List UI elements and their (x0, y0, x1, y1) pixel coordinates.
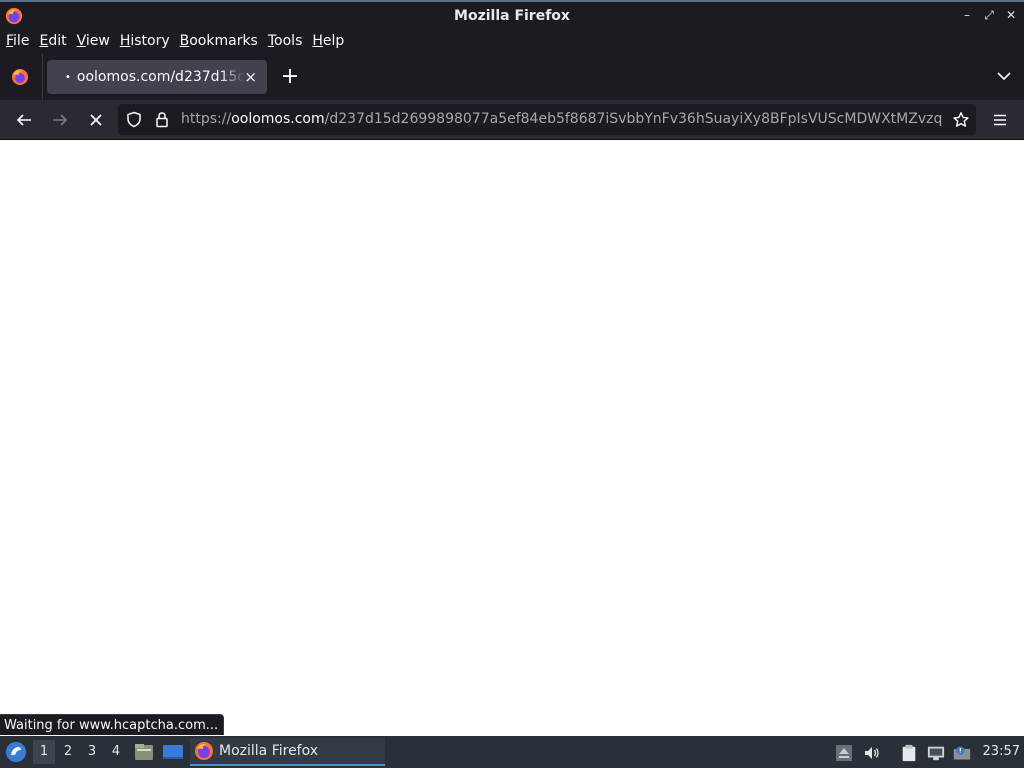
forward-button[interactable] (49, 109, 71, 131)
file-manager-icon[interactable] (133, 742, 155, 762)
forward-arrow-icon (53, 114, 68, 126)
volume-icon[interactable] (863, 744, 881, 762)
notification-icon[interactable] (953, 744, 971, 762)
tab-active[interactable]: • oolomos.com/d237d15d2 × (47, 60, 267, 94)
clipboard-icon[interactable] (900, 744, 918, 762)
desktop-icon[interactable] (162, 742, 184, 762)
shield-icon[interactable] (126, 111, 142, 128)
start-menu-icon[interactable] (4, 740, 28, 764)
window-titlebar: Mozilla Firefox – ⤢ ✕ (0, 0, 1024, 29)
new-tab-button[interactable]: + (280, 66, 300, 88)
url-host: oolomos.com (231, 111, 325, 127)
menu-file[interactable]: File (1, 29, 34, 54)
loading-dot: • (65, 71, 71, 83)
close-icon[interactable]: ✕ (1004, 8, 1018, 22)
url-path: /d237d15d2699898077a5ef84eb5f8687iSvbbYn… (324, 111, 943, 127)
clock: 23:57 (982, 744, 1020, 759)
eject-icon[interactable] (835, 744, 853, 762)
menu-edit[interactable]: Edit (34, 29, 71, 54)
stop-button[interactable] (85, 109, 107, 131)
workspace-2[interactable]: 2 (57, 740, 79, 764)
window-title: Mozilla Firefox (454, 7, 570, 24)
url-scheme: https:// (181, 111, 232, 127)
workspace-3[interactable]: 3 (81, 740, 103, 764)
chevron-down-icon[interactable] (996, 68, 1012, 84)
menu-history[interactable]: History (115, 29, 175, 54)
star-icon[interactable] (952, 111, 970, 129)
back-arrow-icon (16, 114, 31, 126)
firefox-icon (5, 7, 23, 25)
tab-strip: • oolomos.com/d237d15d2 × + (0, 54, 1024, 100)
firefox-view-icon[interactable] (9, 66, 31, 88)
network-icon[interactable] (927, 744, 945, 762)
menu-tools[interactable]: Tools (263, 29, 308, 54)
taskbar: 1 2 3 4 Mozilla Firefox 23:57 (0, 736, 1024, 768)
workspace-4[interactable]: 4 (105, 740, 127, 764)
menu-bookmarks[interactable]: Bookmarks (175, 29, 263, 54)
firefox-icon (195, 742, 213, 760)
page-content[interactable] (0, 141, 1024, 735)
menu-help[interactable]: Help (307, 29, 349, 54)
nav-bar: https://oolomos.com/d237d15d2699898077a5… (0, 100, 1024, 140)
menu-view[interactable]: View (72, 29, 115, 54)
url-bar[interactable]: https://oolomos.com/d237d15d2699898077a5… (118, 104, 976, 135)
minimize-icon[interactable]: – (960, 8, 974, 22)
status-panel: Waiting for www.hcaptcha.com... (0, 714, 225, 735)
divider (42, 54, 43, 100)
url-text[interactable]: https://oolomos.com/d237d15d2699898077a5… (181, 111, 943, 127)
hamburger-menu-icon (994, 114, 1006, 126)
app-menu-button[interactable] (989, 109, 1011, 131)
lock-icon[interactable] (155, 111, 169, 128)
task-label: Mozilla Firefox (219, 743, 319, 759)
stop-x-icon (90, 114, 102, 126)
taskbar-firefox[interactable]: Mozilla Firefox (190, 738, 385, 766)
back-button[interactable] (13, 109, 35, 131)
menu-bar: File Edit View History Bookmarks Tools H… (0, 29, 1024, 54)
tab-title: oolomos.com/d237d15d2 (76, 69, 245, 85)
maximize-icon[interactable]: ⤢ (982, 8, 996, 22)
tab-close-icon[interactable]: × (244, 68, 257, 86)
workspace-1[interactable]: 1 (33, 740, 55, 764)
